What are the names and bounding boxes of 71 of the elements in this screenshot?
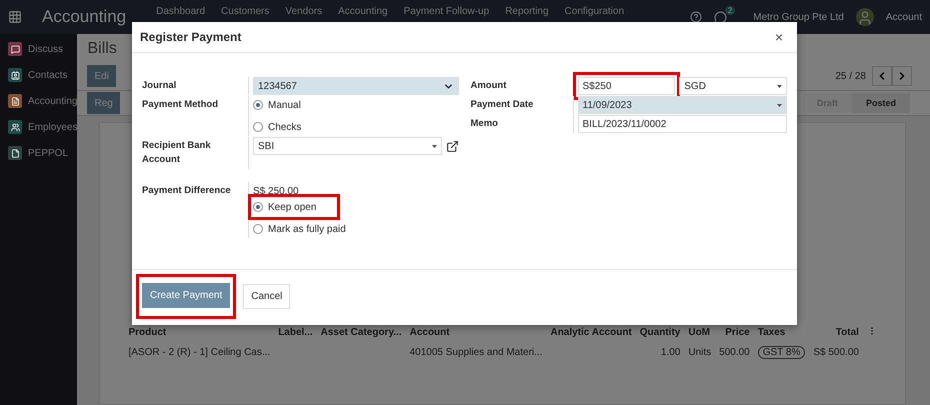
- radio-button[interactable]: [253, 224, 263, 234]
- status-step[interactable]: Posted: [852, 93, 910, 113]
- radio-button[interactable]: [253, 202, 263, 212]
- dropdown-field[interactable]: SBI: [253, 137, 442, 155]
- field-label: Memo: [470, 117, 499, 131]
- apps-menu-icon[interactable]: [8, 10, 22, 24]
- column-header[interactable]: Total: [809, 322, 863, 343]
- table-cell: 500.00: [719, 347, 750, 358]
- caret-icon: [432, 144, 436, 148]
- text-field[interactable]: BILL/2023/11/0002: [578, 115, 787, 133]
- menu-item[interactable]: Customers: [221, 6, 270, 17]
- sidebar-item[interactable]: Discuss: [28, 44, 64, 54]
- field-label: Recipient Bank Account: [142, 139, 212, 167]
- difference-amount: S$ 250.00: [253, 185, 300, 197]
- avatar-icon[interactable]: [856, 8, 874, 26]
- close-button[interactable]: ×: [768, 28, 789, 46]
- amount-field[interactable]: S$250: [578, 77, 676, 95]
- edit-button[interactable]: Edi: [87, 65, 116, 87]
- dropdown-field[interactable]: 11/09/2023: [578, 96, 787, 114]
- table-cell: [ASOR - 2 (R) - 1] Ceiling Cas...: [128, 347, 270, 358]
- menu-item[interactable]: Configuration: [564, 6, 624, 17]
- table-cell: 1.00: [660, 347, 680, 358]
- field-label: Payment Difference: [142, 184, 232, 198]
- column-header[interactable]: Price: [715, 322, 754, 343]
- help-icon[interactable]: [690, 11, 702, 23]
- column-header[interactable]: Asset Category...: [316, 322, 406, 343]
- table-cell: Units: [688, 347, 712, 358]
- column-header[interactable]: UoM: [684, 322, 716, 343]
- sidebar-item[interactable]: Accounting: [28, 96, 78, 106]
- table-cell: S$ 500.00: [813, 347, 859, 358]
- previous-button[interactable]: [872, 66, 892, 86]
- radio-button[interactable]: [253, 100, 263, 110]
- company-name[interactable]: Metro Group Pte Ltd: [753, 12, 844, 22]
- column-header[interactable]: Account: [406, 322, 546, 343]
- user-menu[interactable]: Account: [886, 12, 922, 22]
- app-title: Accounting: [42, 7, 126, 27]
- column-header[interactable]: Label...: [274, 322, 317, 343]
- caret-icon: [777, 104, 782, 106]
- menu-item[interactable]: Accounting: [338, 6, 388, 17]
- menu-item[interactable]: Vendors: [285, 6, 322, 17]
- radio-label: Manual: [268, 100, 301, 110]
- column-header[interactable]: Taxes: [754, 322, 810, 343]
- dialog-title: Register Payment: [140, 30, 242, 44]
- next-button[interactable]: [892, 66, 912, 86]
- radio-label: Mark as fully paid: [268, 224, 346, 234]
- column-header[interactable]: Product: [124, 322, 274, 343]
- select-field[interactable]: 1234567: [253, 77, 458, 95]
- sidebar-item[interactable]: Contacts: [28, 70, 68, 80]
- table-cell: 401005 Supplies and Materi...: [410, 347, 542, 358]
- radio-label: Keep open: [268, 202, 316, 212]
- cancel-button[interactable]: Cancel: [243, 284, 290, 309]
- field-label: Payment Date: [470, 98, 534, 112]
- radio-label: Checks: [268, 122, 302, 132]
- tax-tag: GST 8%: [758, 346, 806, 359]
- menu-item[interactable]: Payment Follow-up: [404, 6, 490, 17]
- sidebar-item[interactable]: PEPPOL: [28, 148, 68, 158]
- field-label: Amount: [470, 79, 508, 93]
- radio-button[interactable]: [253, 122, 263, 132]
- menu-item[interactable]: Dashboard: [156, 6, 206, 17]
- field-label: Journal: [142, 79, 178, 93]
- currency-field[interactable]: SGD: [679, 77, 787, 95]
- menu-item[interactable]: Reporting: [505, 6, 549, 17]
- register-button[interactable]: Reg: [87, 92, 120, 114]
- notification-count: 2: [724, 6, 736, 14]
- pager-counter: 25 / 28: [835, 70, 866, 82]
- column-header[interactable]: Analytic Account: [546, 322, 636, 343]
- column-header[interactable]: Quantity: [636, 322, 684, 343]
- external-link-icon[interactable]: [446, 140, 458, 152]
- create-payment-button[interactable]: Create Payment: [142, 283, 230, 308]
- caret-icon: [777, 84, 782, 88]
- field-label: Payment Method: [142, 98, 220, 112]
